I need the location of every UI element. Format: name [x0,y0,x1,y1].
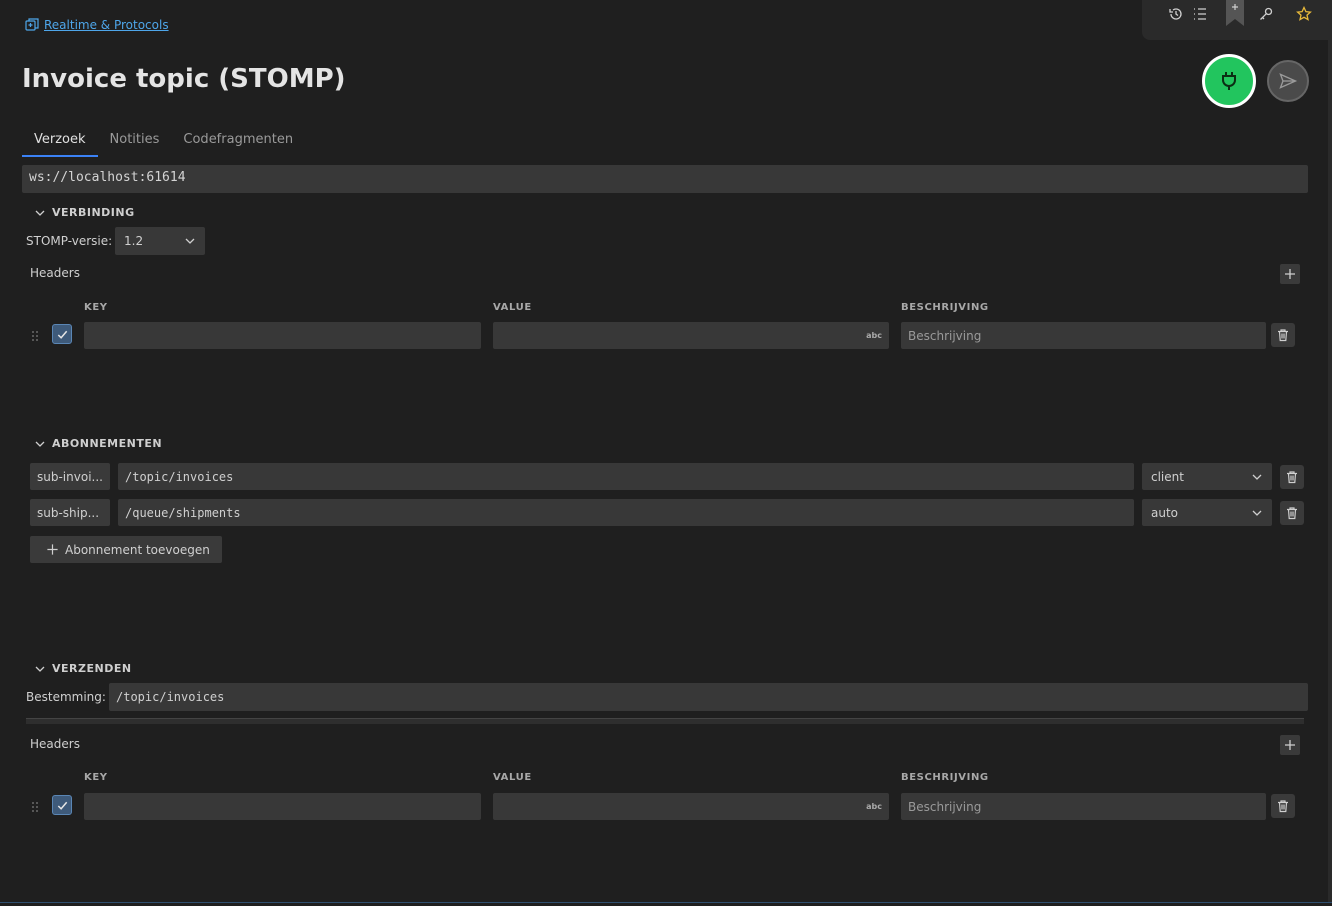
column-description: BESCHRIJVING [901,302,989,313]
column-value: VALUE [493,302,532,313]
column-key: KEY [84,772,108,783]
connection-headers-label: Headers [30,266,80,280]
trash-icon [1278,329,1288,342]
add-send-header-button[interactable] [1280,735,1300,755]
subscription-id-input[interactable]: sub-ship... [30,499,110,526]
header-enabled-checkbox[interactable] [52,324,72,344]
header-description-input[interactable]: Beschrijving [901,793,1266,820]
destination-input[interactable]: /topic/invoices [109,683,1308,711]
header-enabled-checkbox[interactable] [52,795,72,815]
subscription-ack-value: client [1151,469,1184,484]
chevron-down-icon [1252,510,1262,516]
value-type-badge[interactable]: abc [866,331,882,340]
send-button[interactable] [1267,60,1309,102]
bookmark-icon[interactable] [1226,0,1244,26]
drag-handle[interactable] [32,331,40,341]
section-verzenden-label: VERZENDEN [52,662,132,675]
message-body-editor[interactable] [26,718,1304,724]
section-abonnementen[interactable]: ABONNEMENTEN [34,437,162,450]
delete-header-button[interactable] [1271,323,1295,347]
plus-icon [47,544,58,555]
delete-subscription-button[interactable] [1280,501,1304,525]
url-input[interactable]: ws://localhost:61614 [22,165,1308,193]
add-subscription-button[interactable]: Abonnement toevoegen [30,536,222,563]
connect-button[interactable] [1202,54,1256,108]
plus-icon [1285,740,1295,750]
subscription-ack-value: auto [1151,505,1179,520]
destination-label: Bestemming: [26,690,106,704]
list-icon[interactable] [1190,4,1210,24]
column-value: VALUE [493,772,532,783]
key-icon[interactable] [1256,4,1276,24]
column-description: BESCHRIJVING [901,772,989,783]
tab-verzoek[interactable]: Verzoek [22,124,98,157]
tab-notities[interactable]: Notities [98,124,172,157]
drag-handle[interactable] [32,802,40,812]
star-icon[interactable] [1294,4,1314,24]
stomp-version-value: 1.2 [124,234,144,248]
add-connection-header-button[interactable] [1280,264,1300,284]
trash-icon [1287,471,1297,484]
header-key-input[interactable] [84,322,481,349]
section-verzenden[interactable]: VERZENDEN [34,662,132,675]
request-tabs: Verzoek Notities Codefragmenten [22,124,305,157]
chevron-down-icon [185,238,195,244]
chevron-down-icon [35,666,45,672]
add-subscription-label: Abonnement toevoegen [65,542,210,557]
chevron-down-icon [35,210,45,216]
delete-subscription-button[interactable] [1280,465,1304,489]
collection-icon [24,17,40,33]
stomp-version-select[interactable]: 1.2 [115,227,205,255]
subscription-ack-select[interactable]: client [1142,463,1272,490]
subscription-id-input[interactable]: sub-invoi... [30,463,110,490]
section-verbinding-label: VERBINDING [52,206,135,219]
subscription-destination-input[interactable]: /queue/shipments [118,499,1134,526]
value-type-badge[interactable]: abc [866,802,882,811]
header-description-input[interactable]: Beschrijving [901,322,1266,349]
plus-icon [1285,269,1295,279]
subscription-ack-select[interactable]: auto [1142,499,1272,526]
column-key: KEY [84,302,108,313]
trash-icon [1287,507,1297,520]
chevron-down-icon [35,441,45,447]
status-line [0,902,1332,906]
delete-header-button[interactable] [1271,794,1295,818]
send-icon [1279,73,1298,89]
breadcrumb-link[interactable]: Realtime & Protocols [44,18,169,32]
send-headers-label: Headers [30,737,80,751]
tab-codefragmenten[interactable]: Codefragmenten [171,124,305,157]
header-value-input[interactable]: abc [493,322,889,349]
subscription-destination-input[interactable]: /topic/invoices [118,463,1134,490]
breadcrumb: Realtime & Protocols [24,17,169,33]
stomp-version-label: STOMP-versie: [26,234,113,248]
panel-border [1328,40,1332,906]
chevron-down-icon [1252,474,1262,480]
section-abonnementen-label: ABONNEMENTEN [52,437,163,450]
top-toolbar [1142,0,1332,40]
history-icon[interactable] [1166,4,1186,24]
page-title: Invoice topic (STOMP) [22,64,346,94]
section-verbinding[interactable]: VERBINDING [34,206,135,219]
trash-icon [1278,800,1288,813]
check-icon [57,801,67,810]
header-value-input[interactable]: abc [493,793,889,820]
check-icon [57,330,67,339]
plug-icon [1222,72,1236,90]
header-key-input[interactable] [84,793,481,820]
